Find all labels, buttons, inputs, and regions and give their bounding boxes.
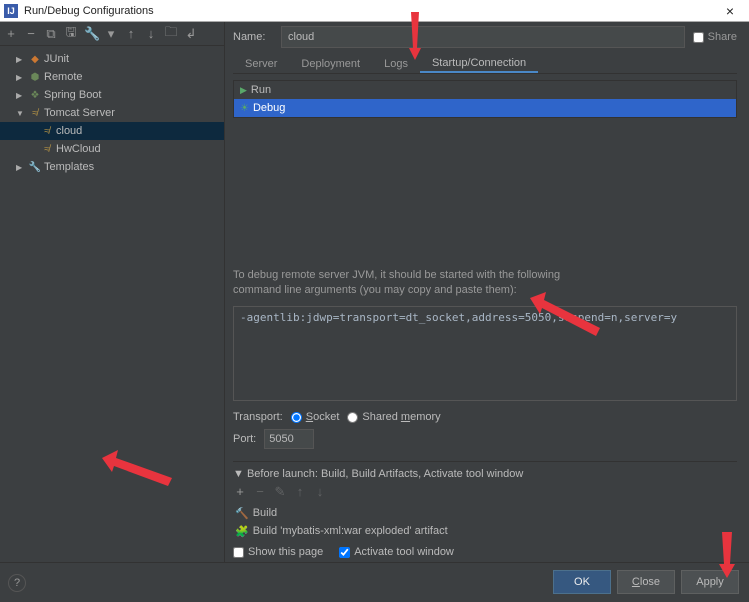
config-tree: ▶◆JUnit ▶⬢Remote ▶❖Spring Boot ▼≉Tomcat …	[0, 46, 224, 562]
hammer-icon: 🔨	[235, 507, 249, 520]
before-edit-button[interactable]: ✎	[273, 484, 287, 500]
show-this-page-checkbox[interactable]: Show this page	[233, 546, 323, 558]
radio-socket[interactable]: Socket	[291, 411, 340, 423]
port-label: Port:	[233, 433, 256, 445]
close-icon[interactable]: ×	[715, 3, 745, 19]
down-button[interactable]: ↓	[144, 26, 158, 41]
transport-row: Transport: Socket Shared memory	[233, 411, 737, 423]
up-button[interactable]: ↑	[124, 26, 138, 41]
copy-button[interactable]: ⧉	[44, 26, 58, 42]
port-row: Port:	[233, 429, 737, 449]
mode-run[interactable]: ▶Run	[234, 81, 736, 99]
down-arrow-icon[interactable]: ▾	[104, 26, 118, 42]
apply-button[interactable]: Apply	[681, 570, 739, 594]
share-checkbox[interactable]: Share	[693, 31, 737, 43]
before-launch: ▼ Before launch: Build, Build Artifacts,…	[233, 461, 737, 558]
remove-button[interactable]: −	[24, 26, 38, 41]
wrench-icon[interactable]: 🔧	[84, 26, 98, 42]
before-launch-toolbar: + − ✎ ↑ ↓	[233, 484, 737, 500]
sidebar-toolbar: + − ⧉ 🖫 🔧 ▾ ↑ ↓ 🗀 ↲	[0, 22, 224, 46]
radio-shared-memory[interactable]: Shared memory	[347, 411, 440, 423]
name-label: Name:	[233, 31, 273, 43]
name-input[interactable]	[281, 26, 685, 48]
app-icon: IJ	[4, 4, 18, 18]
before-down-button[interactable]: ↓	[313, 484, 327, 500]
mode-debug[interactable]: ☀Debug	[234, 99, 736, 117]
dialog-footer: OK Close Apply	[0, 562, 749, 600]
main-panel: Name: Share Server Deployment Logs Start…	[225, 22, 749, 562]
ok-button[interactable]: OK	[553, 570, 611, 594]
tree-hwcloud[interactable]: ≉HwCloud	[0, 140, 224, 158]
tree-cloud[interactable]: ≉cloud	[0, 122, 224, 140]
tabs: Server Deployment Logs Startup/Connectio…	[233, 54, 737, 74]
titlebar: IJ Run/Debug Configurations ×	[0, 0, 749, 22]
port-input[interactable]	[264, 429, 314, 449]
tree-remote[interactable]: ▶⬢Remote	[0, 68, 224, 86]
run-mode-list: ▶Run ☀Debug	[233, 80, 737, 118]
help-button[interactable]: ?	[8, 574, 26, 592]
tree-tomcat[interactable]: ▼≉Tomcat Server	[0, 104, 224, 122]
save-button[interactable]: 🖫	[64, 23, 78, 45]
tab-server[interactable]: Server	[233, 54, 289, 73]
play-icon: ▶	[240, 85, 247, 96]
tab-startup-connection[interactable]: Startup/Connection	[420, 54, 538, 73]
task-build-artifact[interactable]: 🧩Build 'mybatis-xml:war exploded' artifa…	[233, 522, 737, 540]
folder-icon[interactable]: 🗀	[164, 23, 178, 45]
task-build[interactable]: 🔨Build	[233, 504, 737, 522]
task-list: 🔨Build 🧩Build 'mybatis-xml:war exploded'…	[233, 504, 737, 540]
before-add-button[interactable]: +	[233, 484, 247, 500]
tree-templates[interactable]: ▶🔧Templates	[0, 158, 224, 176]
add-button[interactable]: +	[4, 26, 18, 41]
bug-icon: ☀	[240, 103, 249, 114]
before-up-button[interactable]: ↑	[293, 484, 307, 500]
transport-label: Transport:	[233, 411, 283, 423]
debug-hint: To debug remote server JVM, it should be…	[233, 268, 737, 298]
before-launch-header[interactable]: ▼ Before launch: Build, Build Artifacts,…	[233, 468, 737, 480]
tree-junit[interactable]: ▶◆JUnit	[0, 50, 224, 68]
window-title: Run/Debug Configurations	[24, 5, 715, 17]
command-arguments-box[interactable]: -agentlib:jdwp=transport=dt_socket,addre…	[233, 306, 737, 401]
activate-tool-window-checkbox[interactable]: Activate tool window	[339, 546, 454, 558]
artifact-icon: 🧩	[235, 525, 249, 538]
collapse-icon[interactable]: ↲	[184, 26, 198, 42]
tab-deployment[interactable]: Deployment	[289, 54, 372, 73]
before-remove-button[interactable]: −	[253, 484, 267, 500]
sidebar: + − ⧉ 🖫 🔧 ▾ ↑ ↓ 🗀 ↲ ▶◆JUnit ▶⬢Remote ▶❖S…	[0, 22, 225, 562]
tree-spring-boot[interactable]: ▶❖Spring Boot	[0, 86, 224, 104]
close-button[interactable]: Close	[617, 570, 675, 594]
tab-logs[interactable]: Logs	[372, 54, 420, 73]
